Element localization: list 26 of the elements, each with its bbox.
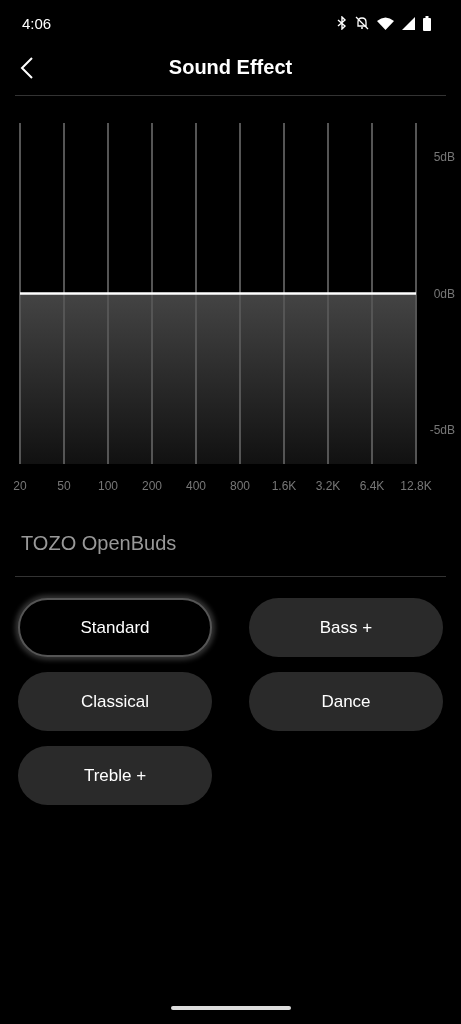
gain-label: -5dB xyxy=(429,422,455,437)
page-title: Sound Effect xyxy=(168,56,293,79)
frequency-label: 12.8K xyxy=(400,479,432,493)
frequency-label: 6.4K xyxy=(359,479,385,493)
preset-button[interactable]: Classical xyxy=(18,672,212,731)
frequency-label: 100 xyxy=(98,479,118,493)
frequency-label: 200 xyxy=(142,479,162,493)
frequency-label: 1.6K xyxy=(271,479,297,493)
frequency-label: 800 xyxy=(230,479,250,493)
device-name: TOZO OpenBuds xyxy=(20,531,178,556)
status-time: 4:06 xyxy=(22,14,52,32)
preset-button[interactable]: Bass + xyxy=(249,598,443,657)
frequency-label: 50 xyxy=(57,479,71,493)
battery-icon xyxy=(423,15,431,31)
frequency-label: 3.2K xyxy=(315,479,341,493)
frequency-label: 400 xyxy=(186,479,206,493)
preset-button[interactable]: Standard xyxy=(18,598,212,657)
bluetooth-icon xyxy=(337,16,347,30)
wifi-icon xyxy=(377,16,394,30)
signal-icon xyxy=(402,16,415,30)
preset-button[interactable]: Treble + xyxy=(18,746,212,805)
bell-off-icon xyxy=(355,16,369,30)
gain-label: 5dB xyxy=(433,150,455,165)
preset-button[interactable]: Dance xyxy=(249,672,443,731)
gain-label: 0dB xyxy=(433,286,455,301)
frequency-label: 20 xyxy=(13,479,27,493)
